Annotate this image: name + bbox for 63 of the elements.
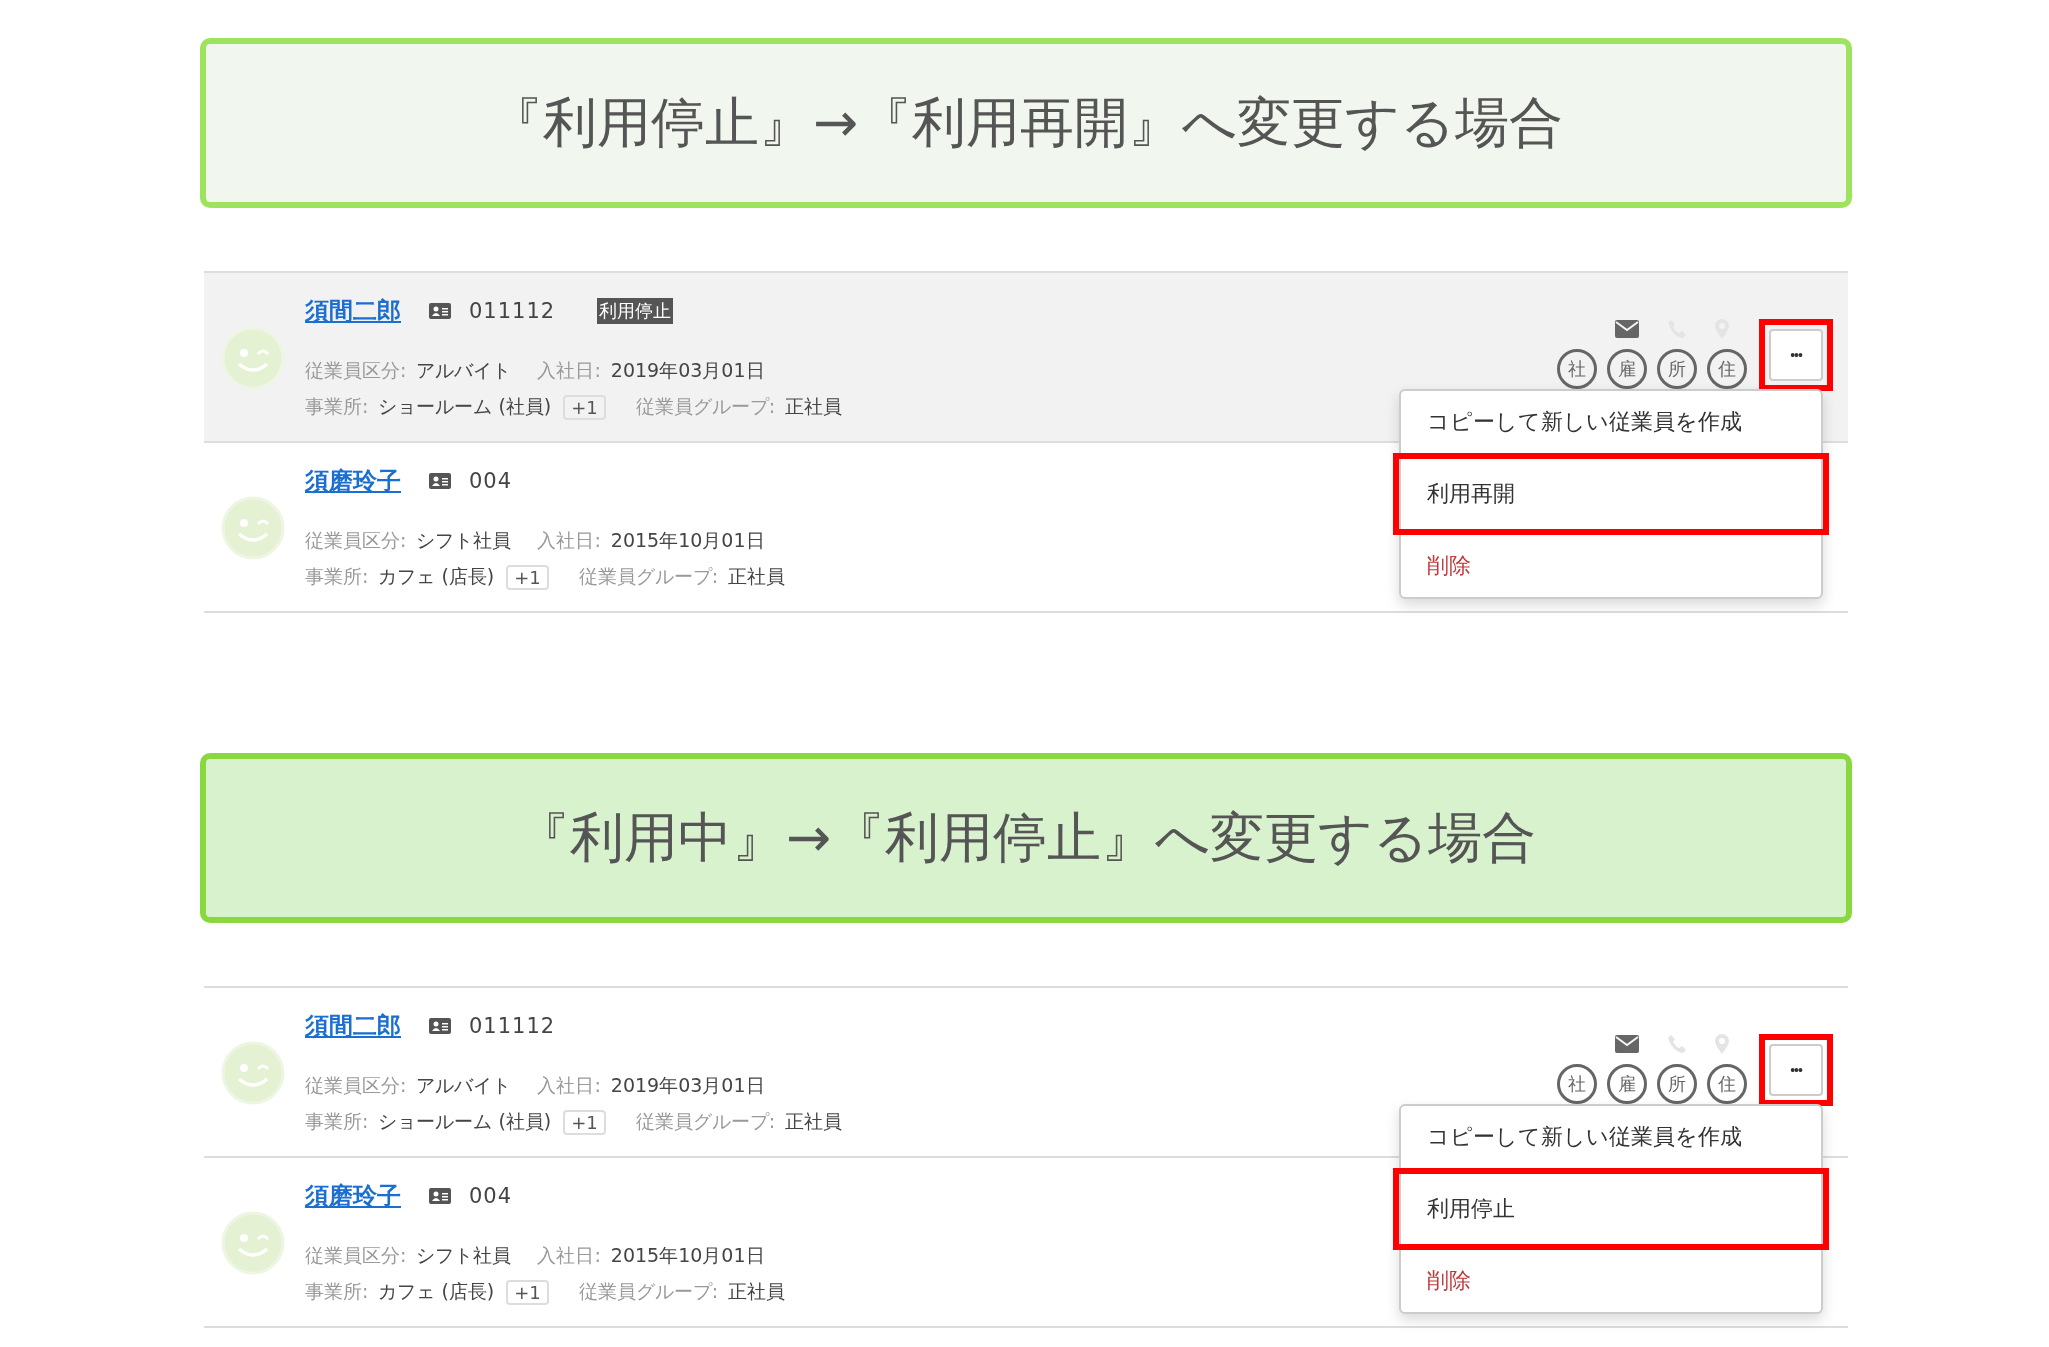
field-value: ショールーム (社員) (378, 1109, 552, 1134)
id-card-icon (429, 1018, 451, 1034)
employee-name-link[interactable]: 須磨玲子 (305, 1180, 401, 1212)
banner-title: 『利用中』→『利用停止』へ変更する場合 (515, 804, 1537, 871)
employee-number: 011112 (469, 1014, 556, 1038)
count-badge[interactable]: +1 (506, 1279, 549, 1305)
field-value: 正社員 (785, 394, 843, 419)
more-button[interactable]: ••• (1769, 1044, 1823, 1096)
field-label: 事業所: (305, 1279, 369, 1304)
avatar-icon (221, 496, 285, 560)
employee-number: 011112 (469, 299, 556, 323)
field-label: 入社日: (537, 528, 601, 553)
count-badge[interactable]: +1 (563, 1109, 606, 1135)
count-badge[interactable]: +1 (563, 394, 606, 420)
avatar-icon (221, 1041, 285, 1105)
field-value: ショールーム (社員) (378, 394, 552, 419)
avatar-icon (221, 1211, 285, 1275)
field-value: 正社員 (728, 1279, 786, 1304)
field-label: 従業員区分: (305, 1243, 407, 1268)
field-label: 従業員グループ: (635, 1109, 776, 1134)
id-card-icon (429, 303, 451, 319)
field-value: カフェ (店長) (378, 564, 495, 589)
field-label: 従業員グループ: (578, 1279, 719, 1304)
field-label: 従業員区分: (305, 1073, 407, 1098)
banner-title: 『利用停止』→『利用再開』へ変更する場合 (488, 89, 1564, 156)
field-value: 2015年10月01日 (610, 1243, 765, 1268)
id-card-icon (429, 1188, 451, 1204)
field-value: アルバイト (416, 358, 512, 383)
field-label: 従業員グループ: (635, 394, 776, 419)
field-label: 従業員区分: (305, 528, 407, 553)
field-label: 入社日: (537, 1243, 601, 1268)
field-label: 事業所: (305, 394, 369, 419)
employee-name-link[interactable]: 須間二郎 (305, 1010, 401, 1042)
id-card-icon (429, 473, 451, 489)
field-label: 従業員グループ: (578, 564, 719, 589)
field-label: 入社日: (537, 1073, 601, 1098)
field-value: 正社員 (785, 1109, 843, 1134)
mail-icon[interactable] (1615, 1034, 1639, 1054)
field-value: シフト社員 (416, 528, 512, 553)
menu-item[interactable]: 利用停止 (1393, 1168, 1829, 1250)
status-tag: 利用停止 (597, 298, 674, 324)
avatar-icon (221, 326, 285, 390)
mail-icon[interactable] (1615, 319, 1639, 339)
field-label: 事業所: (305, 564, 369, 589)
count-badge[interactable]: +1 (506, 564, 549, 590)
field-label: 事業所: (305, 1109, 369, 1134)
field-value: 正社員 (728, 564, 786, 589)
more-button[interactable]: ••• (1769, 329, 1823, 381)
menu-item[interactable]: 削除 (1393, 1250, 1829, 1312)
employee-name-link[interactable]: 須磨玲子 (305, 465, 401, 497)
field-value: アルバイト (416, 1073, 512, 1098)
field-label: 入社日: (537, 358, 601, 383)
field-value: 2015年10月01日 (610, 528, 765, 553)
field-label: 従業員区分: (305, 358, 407, 383)
employee-number: 004 (469, 469, 513, 493)
field-value: 2019年03月01日 (610, 358, 765, 383)
employee-number: 004 (469, 1184, 513, 1208)
field-value: カフェ (店長) (378, 1279, 495, 1304)
employee-name-link[interactable]: 須間二郎 (305, 295, 401, 327)
menu-item[interactable]: 削除 (1393, 535, 1829, 597)
field-value: シフト社員 (416, 1243, 512, 1268)
menu-item[interactable]: 利用再開 (1393, 453, 1829, 535)
field-value: 2019年03月01日 (610, 1073, 765, 1098)
